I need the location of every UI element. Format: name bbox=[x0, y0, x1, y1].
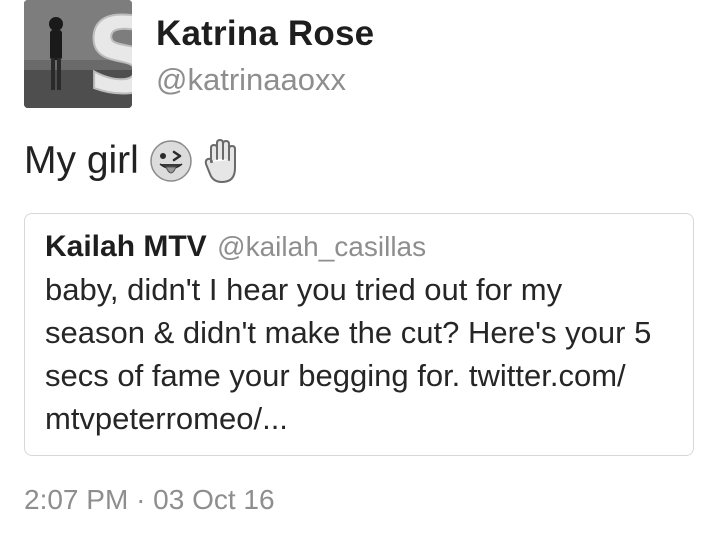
profile-photo-icon: S bbox=[24, 0, 132, 108]
author-display-name[interactable]: Katrina Rose bbox=[156, 14, 374, 54]
tweet-timestamp: 2:07 PM · 03 Oct 16 bbox=[24, 484, 275, 516]
quoted-tweet-text-line: baby, didn't I hear you tried out for my bbox=[45, 272, 563, 307]
timestamp-time: 2:07 PM bbox=[24, 484, 129, 515]
avatar[interactable]: S bbox=[24, 0, 132, 108]
quoted-author-handle: @kailah_casillas bbox=[217, 231, 427, 262]
quoted-tweet-text-line: mtvpeterromeo/... bbox=[45, 401, 288, 436]
quoted-tweet-card[interactable]: Kailah MTV @kailah_casillas baby, didn't… bbox=[24, 213, 694, 456]
author-handle[interactable]: @katrinaaoxx bbox=[156, 62, 346, 98]
stuck-out-tongue-winking-eye-emoji-icon bbox=[149, 139, 193, 183]
tweet-text: My girl bbox=[24, 138, 241, 184]
quoted-tweet-text-line: season & didn't make the cut? Here's you… bbox=[45, 315, 652, 350]
quoted-tweet-text: baby, didn't I hear you tried out for my… bbox=[45, 268, 675, 440]
tweet-text-content: My girl bbox=[24, 139, 139, 182]
raised-hand-emoji-icon bbox=[203, 138, 241, 184]
svg-text:S: S bbox=[86, 0, 132, 108]
quoted-tweet-header: Kailah MTV @kailah_casillas bbox=[45, 230, 426, 264]
quoted-tweet-text-line: secs of fame your begging for. twitter.c… bbox=[45, 358, 626, 393]
timestamp-separator: · bbox=[136, 484, 146, 515]
timestamp-date: 03 Oct 16 bbox=[153, 484, 275, 515]
quoted-author-display-name: Kailah MTV bbox=[45, 230, 207, 263]
